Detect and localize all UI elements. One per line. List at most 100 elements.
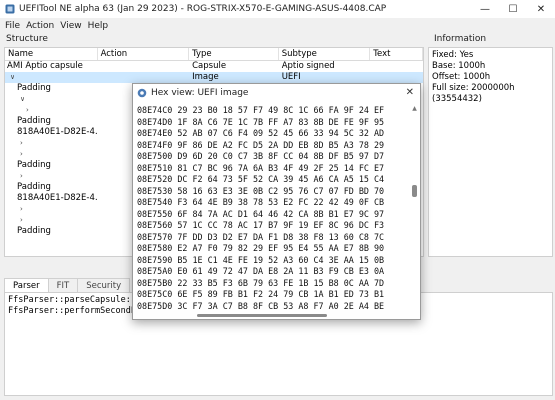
hex-line[interactable]: 08E7520 DC F2 64 73 5F 52 CA 39 45 A6 CA… bbox=[137, 174, 409, 186]
hex-line[interactable]: 08E7540 F3 64 4E B9 38 78 53 E2 FC 22 42… bbox=[137, 197, 409, 209]
hex-line[interactable]: 08E7550 6F 84 7A AC D1 64 46 42 CA 8B B1… bbox=[137, 209, 409, 221]
tree-cell-name: Padding bbox=[5, 226, 98, 237]
hex-line[interactable]: 08E7590 B5 1E C1 4E FE 19 52 A3 60 C4 3E… bbox=[137, 255, 409, 267]
info-line: Full size: 2000000h bbox=[432, 83, 515, 93]
tree-cell-action bbox=[98, 72, 190, 83]
tab-fit[interactable]: FIT bbox=[47, 278, 79, 292]
tree-cell-name: 818A40E1-D82E-4… bbox=[5, 127, 98, 138]
tree-cell-name: ›AmiNvramMainRom… bbox=[5, 171, 98, 182]
menu-view[interactable]: View bbox=[57, 21, 84, 31]
close-button[interactable]: ✕ bbox=[527, 0, 555, 18]
hex-vertical-scrollbar[interactable]: ▲ bbox=[411, 105, 418, 311]
window-titlebar: UEFITool NE alpha 63 (Jan 29 2023) - ROG… bbox=[0, 0, 555, 18]
tree-cell-name: ›4F1C52D3-D824-4… bbox=[5, 138, 98, 149]
maximize-button[interactable]: ☐ bbox=[499, 0, 527, 18]
column-header-type[interactable]: Type bbox=[189, 48, 279, 60]
column-header-text[interactable]: Text bbox=[370, 48, 423, 60]
minimize-button[interactable]: — bbox=[471, 0, 499, 18]
hex-line[interactable]: 08E74F0 9F 86 DE A2 FC D5 2A DD EB 8D B5… bbox=[137, 140, 409, 152]
tree-cell-name: ›4F1C52D3-D824-4… bbox=[5, 204, 98, 215]
tree-cell-name: 818A40E1-D82E-4… bbox=[5, 193, 98, 204]
hex-view-dialog: Hex view: UEFI image ✕ 08E74C0 29 23 B0 … bbox=[132, 83, 421, 320]
tree-item-label: Padding bbox=[17, 160, 51, 170]
expand-arrow-icon[interactable]: › bbox=[17, 171, 24, 182]
tree-header: Name Action Type Subtype Text bbox=[5, 48, 423, 61]
hex-line[interactable]: 08E75B0 22 33 B5 F3 6B 79 63 FE 1B 15 B8… bbox=[137, 278, 409, 290]
tree-cell-type: Image bbox=[192, 72, 219, 82]
hex-line[interactable]: 08E74D0 1F 8A C6 7E 1C 7B FF A7 83 8B DE… bbox=[137, 117, 409, 129]
hex-horizontal-scrollbar[interactable] bbox=[137, 313, 409, 318]
hex-line[interactable]: 08E7570 7F DD D3 D2 E7 DA F1 D8 38 F8 13… bbox=[137, 232, 409, 244]
hex-line[interactable]: 08E7530 58 16 63 E3 3E 0B C2 95 76 C7 07… bbox=[137, 186, 409, 198]
hex-line[interactable]: 08E75A0 E0 61 49 72 47 DA E8 2A 11 B3 F9… bbox=[137, 266, 409, 278]
menu-help[interactable]: Help bbox=[85, 21, 112, 31]
tree-cell-name: ∨AmiNvramMainRom… bbox=[5, 94, 98, 105]
tree-row[interactable]: ∨UEFI image Image UEFI bbox=[5, 72, 423, 83]
tree-cell-name: ›61C0F511-A691-4… bbox=[5, 215, 98, 226]
expand-arrow-icon[interactable]: › bbox=[17, 215, 24, 226]
scroll-thumb[interactable] bbox=[412, 185, 417, 197]
information-title: Information bbox=[428, 33, 555, 46]
hex-line[interactable]: 08E7560 57 1C CC 78 AC 17 B7 9F 19 EF 8C… bbox=[137, 220, 409, 232]
tree-cell-text bbox=[370, 72, 423, 83]
info-line: (33554432) bbox=[432, 94, 482, 104]
menu-bar: File Action View Help bbox=[0, 18, 555, 33]
tab-parser[interactable]: Parser bbox=[4, 278, 49, 292]
tree-item-label: Padding bbox=[17, 182, 51, 192]
menu-action[interactable]: Action bbox=[23, 21, 57, 31]
structure-title: Structure bbox=[0, 33, 426, 46]
message-tabs: Parser FIT Security bbox=[4, 278, 131, 292]
information-box: Fixed: Yes Base: 1000h Offset: 1000h Ful… bbox=[428, 47, 553, 257]
uefitool-app-icon bbox=[4, 4, 15, 15]
hex-dialog-close-button[interactable]: ✕ bbox=[406, 87, 414, 98]
hex-line[interactable]: 08E7500 D9 6D 20 C0 C7 3B 8F CC 04 8B DF… bbox=[137, 151, 409, 163]
tree-cell-name: AMI Aptio capsule bbox=[5, 61, 98, 72]
hex-line[interactable]: 08E7580 E2 A7 F0 79 82 29 EF 95 E4 55 AA… bbox=[137, 243, 409, 255]
scroll-up-icon[interactable]: ▲ bbox=[411, 105, 418, 113]
hex-view-icon bbox=[137, 88, 147, 98]
hex-view-text[interactable]: 08E74C0 29 23 B0 18 57 F7 49 8C 1C 66 FA… bbox=[137, 105, 409, 311]
expand-arrow-icon[interactable]: › bbox=[17, 138, 24, 149]
expand-arrow-icon[interactable]: ∨ bbox=[7, 72, 14, 83]
tree-cell-name: Padding bbox=[5, 83, 98, 94]
expand-arrow-icon[interactable]: ∨ bbox=[17, 94, 24, 105]
hex-line[interactable]: 08E7510 81 C7 BC 96 7A 6A B3 4F 49 2F 25… bbox=[137, 163, 409, 175]
tree-cell-name: Padding bbox=[5, 182, 98, 193]
tree-cell-name: ∨UEFI image bbox=[5, 72, 98, 83]
tree-cell-name: Padding bbox=[5, 116, 98, 127]
menu-file[interactable]: File bbox=[2, 21, 23, 31]
tree-cell-type: Capsule bbox=[192, 61, 227, 71]
column-header-name[interactable]: Name bbox=[5, 48, 98, 60]
column-header-action[interactable]: Action bbox=[98, 48, 190, 60]
tree-cell-name: ›NVRAM bbox=[5, 105, 98, 116]
tree-cell-subtype: UEFI bbox=[281, 72, 301, 82]
tree-cell-name: ›61C0F511-A691-4… bbox=[5, 149, 98, 160]
window-title: UEFITool NE alpha 63 (Jan 29 2023) - ROG… bbox=[19, 4, 387, 14]
tree-row[interactable]: AMI Aptio capsule Capsule Aptio signed bbox=[5, 61, 423, 72]
expand-arrow-icon[interactable]: › bbox=[17, 149, 24, 160]
tree-item-label: Padding bbox=[17, 83, 51, 93]
info-line: Fixed: Yes bbox=[432, 50, 474, 60]
hscroll-thumb[interactable] bbox=[197, 314, 327, 317]
hex-dialog-titlebar: Hex view: UEFI image ✕ bbox=[133, 84, 420, 102]
hex-line[interactable]: 08E75D0 3C F7 3A C7 B8 8F CB 53 A8 F7 A0… bbox=[137, 301, 409, 312]
tree-cell-action bbox=[98, 61, 190, 72]
tree-cell-name: Padding bbox=[5, 160, 98, 171]
tree-item-label: AMI Aptio capsule bbox=[7, 61, 83, 71]
expand-arrow-icon[interactable]: › bbox=[23, 105, 30, 116]
tree-cell-text bbox=[370, 61, 423, 72]
tree-item-label: Padding bbox=[17, 226, 51, 236]
tree-item-label: 818A40E1-D82E-4… bbox=[17, 127, 98, 137]
info-line: Offset: 1000h bbox=[432, 72, 491, 82]
tree-item-label: 818A40E1-D82E-4… bbox=[17, 193, 98, 203]
tree-item-label: Padding bbox=[17, 116, 51, 126]
expand-arrow-icon[interactable]: › bbox=[17, 204, 24, 215]
hex-line[interactable]: 08E74E0 52 AB 07 C6 F4 09 52 45 66 33 94… bbox=[137, 128, 409, 140]
hex-line[interactable]: 08E75C0 6E F5 89 FB B1 F2 24 79 CB 1A B1… bbox=[137, 289, 409, 301]
hex-line[interactable]: 08E74C0 29 23 B0 18 57 F7 49 8C 1C 66 FA… bbox=[137, 105, 409, 117]
info-line: Base: 1000h bbox=[432, 61, 486, 71]
tab-security[interactable]: Security bbox=[77, 278, 131, 292]
information-panel: Information Fixed: Yes Base: 1000h Offse… bbox=[428, 33, 555, 259]
hex-dialog-title: Hex view: UEFI image bbox=[151, 88, 249, 98]
column-header-subtype[interactable]: Subtype bbox=[279, 48, 371, 60]
